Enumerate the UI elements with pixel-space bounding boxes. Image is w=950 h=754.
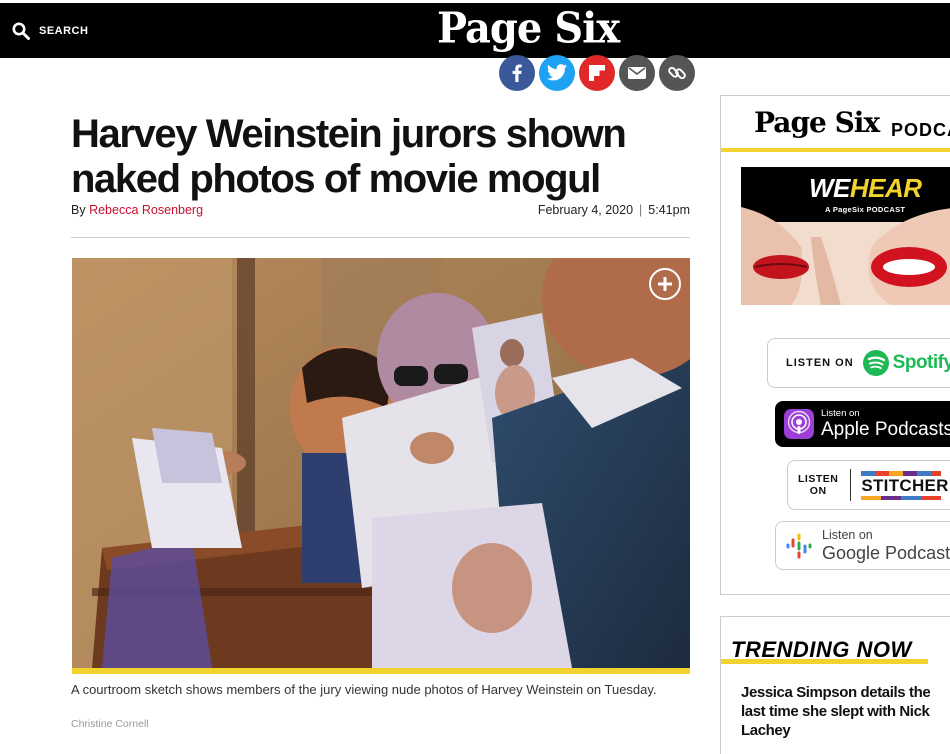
apple-podcasts-text: Listen on Apple Podcasts xyxy=(821,408,950,440)
image-accent-bar xyxy=(72,668,690,674)
we-hear-banner[interactable]: WEHEAR A PageSix PODCAST xyxy=(741,167,950,305)
spotify-icon xyxy=(862,350,889,376)
share-bar xyxy=(499,55,695,91)
date-separator: | xyxy=(639,203,643,217)
top-bar: SEARCH Page Six xyxy=(0,0,950,58)
trending-widget: TRENDING NOW Jessica Simpson details the… xyxy=(720,616,950,754)
search-label: SEARCH xyxy=(39,25,89,37)
podcast-header: Page Six PODCA xyxy=(721,96,950,152)
listen-on-google-podcasts-button[interactable]: Listen on Google Podcasts xyxy=(775,521,950,570)
copy-link-button[interactable] xyxy=(659,55,695,91)
flipboard-icon xyxy=(589,65,605,81)
facebook-share-button[interactable] xyxy=(499,55,535,91)
trending-item[interactable]: Jessica Simpson details the last time sh… xyxy=(741,683,936,740)
stitcher-stripes-bottom xyxy=(861,495,942,500)
dateline: February 4, 2020 | 5:41pm xyxy=(538,203,690,217)
article-headline: Harvey Weinstein jurors shown naked phot… xyxy=(71,112,627,201)
site-logo[interactable]: Page Six xyxy=(437,4,620,53)
stitcher-listen-label: LISTEN ON xyxy=(798,473,839,497)
twitter-icon xyxy=(546,64,568,81)
stitcher-logo: STITCHER xyxy=(861,470,948,500)
spotify-listen-label: LISTEN ON xyxy=(786,357,854,369)
podcast-logo: Page Six xyxy=(754,106,880,139)
twitter-share-button[interactable] xyxy=(539,55,575,91)
expand-image-button[interactable] xyxy=(649,268,681,300)
image-credit: Christine Cornell xyxy=(71,718,149,730)
email-icon xyxy=(628,67,646,79)
flipboard-share-button[interactable] xyxy=(579,55,615,91)
author-link[interactable]: Rebecca Rosenberg xyxy=(89,203,203,217)
google-podcasts-text: Listen on Google Podcasts xyxy=(822,528,950,563)
publish-date: February 4, 2020 xyxy=(537,203,634,217)
spotify-label: Spotify xyxy=(892,352,950,373)
email-share-button[interactable] xyxy=(619,55,655,91)
we-hear-title: WEHEAR xyxy=(809,173,922,203)
we-hear-subtitle: A PageSix PODCAST xyxy=(825,205,906,214)
byline: By Rebecca Rosenberg xyxy=(71,203,203,217)
stitcher-stripes-icon xyxy=(861,470,942,476)
byline-prefix: By xyxy=(71,203,86,217)
google-podcasts-icon xyxy=(786,533,812,558)
hero-image[interactable] xyxy=(72,258,690,668)
image-caption: A courtroom sketch shows members of the … xyxy=(71,682,657,697)
search-icon xyxy=(12,22,30,40)
publish-time: 5:41pm xyxy=(648,203,690,217)
listen-on-apple-podcasts-button[interactable]: Listen on Apple Podcasts xyxy=(775,401,950,447)
plus-icon xyxy=(658,277,672,291)
apple-podcasts-icon xyxy=(784,409,814,439)
podcast-word: PODCA xyxy=(891,120,950,140)
trending-title: TRENDING NOW xyxy=(731,637,912,662)
listen-on-stitcher-button[interactable]: LISTEN ON STITCHER xyxy=(787,460,950,510)
courtroom-sketch-image xyxy=(72,258,690,668)
search-button[interactable]: SEARCH xyxy=(12,22,88,40)
divider xyxy=(71,237,690,238)
facebook-icon xyxy=(512,64,522,82)
stitcher-divider xyxy=(850,469,852,501)
link-icon xyxy=(668,66,686,80)
listen-on-spotify-button[interactable]: LISTEN ON Spotify xyxy=(767,338,950,388)
